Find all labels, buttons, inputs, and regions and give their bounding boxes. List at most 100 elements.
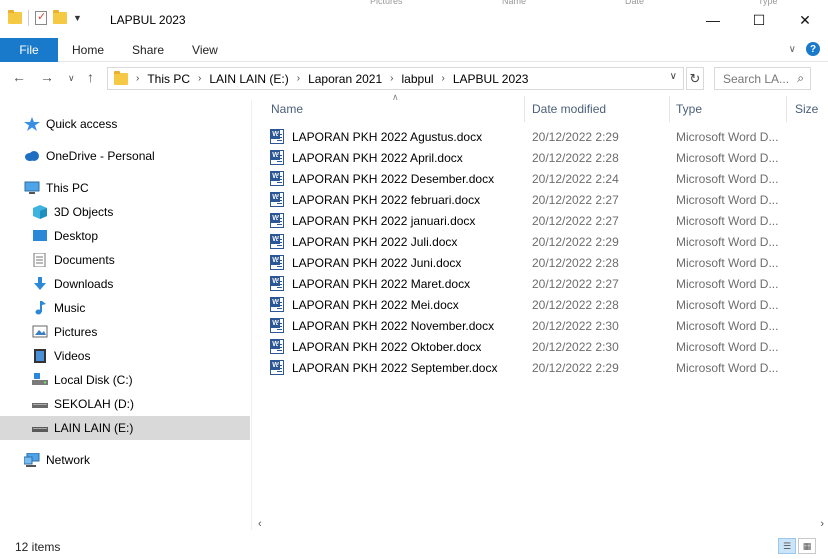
file-row[interactable]: LAPORAN PKH 2022 Desember.docx 20/12/2022… [270, 168, 828, 189]
horizontal-scrollbar[interactable]: ‹ › [254, 516, 828, 533]
sidebar-item-label: This PC [46, 181, 89, 195]
chevron-right-icon[interactable]: › [194, 73, 205, 84]
file-date: 20/12/2022 2:29 [532, 129, 619, 144]
file-date: 20/12/2022 2:29 [532, 234, 619, 249]
close-button[interactable]: ✕ [782, 0, 828, 40]
word-document-icon [270, 255, 284, 270]
word-document-icon [270, 213, 284, 228]
word-document-icon [270, 318, 284, 333]
column-divider[interactable] [524, 96, 525, 122]
file-row[interactable]: LAPORAN PKH 2022 Juli.docx 20/12/2022 2:2… [270, 231, 828, 252]
breadcrumb-drive-e[interactable]: LAIN LAIN (E:) [205, 72, 292, 86]
file-name: LAPORAN PKH 2022 februari.docx [292, 192, 481, 207]
address-bar[interactable]: › This PC › LAIN LAIN (E:) › Laporan 202… [107, 67, 684, 90]
tab-home[interactable]: Home [58, 43, 118, 57]
address-dropdown-icon[interactable]: ∨ [670, 71, 677, 82]
file-type: Microsoft Word D... [676, 192, 779, 207]
file-row[interactable]: LAPORAN PKH 2022 Juni.docx 20/12/2022 2:2… [270, 252, 828, 273]
scroll-right-icon[interactable]: › [820, 518, 824, 530]
file-row[interactable]: LAPORAN PKH 2022 November.docx 20/12/2022… [270, 315, 828, 336]
file-type: Microsoft Word D... [676, 255, 779, 270]
minimize-button[interactable]: ― [690, 0, 736, 40]
file-type: Microsoft Word D... [676, 297, 779, 312]
sidebar-item-label: Desktop [54, 229, 99, 243]
back-arrow-icon[interactable]: ← [12, 69, 26, 85]
sidebar-item-onedrive[interactable]: OneDrive - Personal [0, 144, 250, 168]
file-name: LAPORAN PKH 2022 November.docx [292, 318, 495, 333]
forward-arrow-icon[interactable]: → [40, 69, 54, 85]
details-view-button[interactable]: ☰ [778, 538, 796, 554]
column-header-type[interactable]: Type [676, 96, 702, 122]
navigation-bar: ← → ∨ ↑ › This PC › LAIN LAIN (E:) › Lap… [0, 63, 828, 93]
sort-ascending-icon: ∧ [392, 92, 399, 102]
column-divider[interactable] [786, 96, 787, 122]
sidebar-item-music[interactable]: Music [0, 296, 250, 320]
sidebar-item-local-disk-c[interactable]: Local Disk (C:) [0, 368, 250, 392]
column-divider[interactable] [669, 96, 670, 122]
file-row[interactable]: LAPORAN PKH 2022 September.docx 20/12/202… [270, 357, 828, 378]
word-document-icon [270, 150, 284, 165]
help-icon[interactable]: ? [806, 42, 820, 56]
recent-locations-icon[interactable]: ∨ [68, 73, 75, 84]
sidebar-item-this-pc[interactable]: This PC [0, 176, 250, 200]
tab-view[interactable]: View [178, 43, 232, 57]
column-header-date[interactable]: Date modified [532, 96, 606, 122]
sidebar-item-documents[interactable]: Documents [0, 248, 250, 272]
word-document-icon [270, 171, 284, 186]
search-input[interactable]: Search LA... ⌕ [714, 67, 811, 90]
file-row[interactable]: LAPORAN PKH 2022 Maret.docx 20/12/2022 2:… [270, 273, 828, 294]
background-text: Pictures [370, 0, 403, 6]
column-header-size[interactable]: Size [795, 96, 818, 122]
sidebar-item-network[interactable]: Network [0, 448, 250, 472]
sidebar-item-label: Network [46, 453, 91, 467]
sidebar-item-lain-lain-e[interactable]: LAIN LAIN (E:) [0, 416, 250, 440]
file-row[interactable]: LAPORAN PKH 2022 Mei.docx 20/12/2022 2:28… [270, 294, 828, 315]
window-title: LAPBUL 2023 [110, 13, 186, 27]
maximize-button[interactable]: ☐ [736, 0, 782, 40]
sidebar-item-downloads[interactable]: Downloads [0, 272, 250, 296]
word-document-icon [270, 129, 284, 144]
sidebar-item-3d-objects[interactable]: 3D Objects [0, 200, 250, 224]
file-type: Microsoft Word D... [676, 234, 779, 249]
sidebar-item-videos[interactable]: Videos [0, 344, 250, 368]
file-row[interactable]: LAPORAN PKH 2022 Oktober.docx 20/12/2022 … [270, 336, 828, 357]
word-document-icon [270, 360, 284, 375]
word-document-icon [270, 339, 284, 354]
sidebar-item-quick-access[interactable]: Quick access [0, 112, 250, 136]
star-icon [24, 117, 40, 131]
expand-ribbon-icon[interactable]: ∨ [789, 44, 796, 55]
sidebar-item-sekolah-d[interactable]: SEKOLAH (D:) [0, 392, 250, 416]
file-row[interactable]: LAPORAN PKH 2022 April.docx 20/12/2022 2:… [270, 147, 828, 168]
file-row[interactable]: LAPORAN PKH 2022 Agustus.docx 20/12/2022 … [270, 126, 828, 147]
breadcrumb-lapbul-2023[interactable]: LAPBUL 2023 [449, 72, 533, 86]
file-name: LAPORAN PKH 2022 Agustus.docx [292, 129, 483, 144]
word-document-icon [270, 297, 284, 312]
breadcrumb-labpul[interactable]: labpul [398, 72, 438, 86]
sidebar-item-label: OneDrive - Personal [46, 149, 155, 163]
sidebar-item-pictures[interactable]: Pictures [0, 320, 250, 344]
column-header-name[interactable]: Name [271, 96, 303, 122]
file-type: Microsoft Word D... [676, 360, 779, 375]
quick-access-toolbar: ▼ [8, 10, 82, 26]
background-text: Date [625, 0, 645, 6]
file-date: 20/12/2022 2:27 [532, 192, 619, 207]
file-row[interactable]: LAPORAN PKH 2022 februari.docx 20/12/2022… [270, 189, 828, 210]
up-arrow-icon[interactable]: ↑ [87, 69, 94, 85]
chevron-right-icon[interactable]: › [386, 73, 397, 84]
sidebar-item-desktop[interactable]: Desktop [0, 224, 250, 248]
breadcrumb-this-pc[interactable]: This PC [143, 72, 194, 86]
scroll-left-icon[interactable]: ‹ [258, 518, 262, 530]
tab-file[interactable]: File [0, 37, 58, 62]
large-icons-view-button[interactable]: ▦ [798, 538, 816, 554]
customize-toolbar-dropdown[interactable]: ▼ [73, 13, 82, 23]
tab-share[interactable]: Share [118, 43, 178, 57]
chevron-right-icon[interactable]: › [132, 73, 143, 84]
properties-icon[interactable] [35, 10, 47, 25]
new-folder-icon[interactable] [53, 10, 67, 24]
breadcrumb-laporan-2021[interactable]: Laporan 2021 [304, 72, 386, 86]
refresh-button[interactable]: ↻ [686, 67, 704, 90]
file-row[interactable]: LAPORAN PKH 2022 januari.docx 20/12/2022 … [270, 210, 828, 231]
chevron-right-icon[interactable]: › [293, 73, 304, 84]
chevron-right-icon[interactable]: › [438, 73, 449, 84]
sidebar-item-label: LAIN LAIN (E:) [54, 421, 134, 435]
